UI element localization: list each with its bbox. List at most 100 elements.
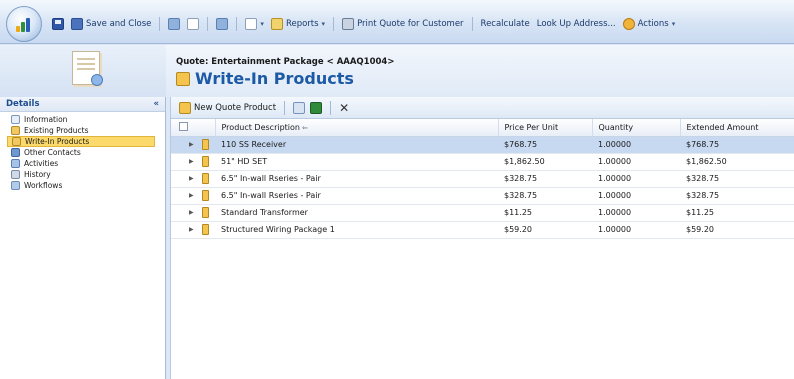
expand-row-icon[interactable]: ▶ (189, 209, 194, 216)
select-all-cell (171, 119, 216, 137)
nav-item-information[interactable]: Information (7, 114, 155, 125)
existing-products-icon (11, 126, 20, 135)
crm-logo-icon (16, 18, 34, 32)
extended-amount-cell: $768.75 (680, 136, 794, 154)
expand-row-icon[interactable]: ▶ (189, 226, 194, 233)
quantity-cell: 1.00000 (592, 136, 680, 154)
product-description-cell: 6.5" In-wall Rseries - Pair (215, 187, 498, 205)
nav-item-history[interactable]: History (7, 169, 155, 180)
column-header-product-description[interactable]: Product Description ⇐ (215, 119, 499, 137)
quantity-cell: 1.00000 (592, 170, 680, 188)
row-controls: ▶ (171, 153, 215, 171)
command-bar: Save and Close ▾ Reports ▾ Print Quote fo… (0, 0, 794, 44)
write-in-product-icon (201, 207, 209, 218)
extended-amount-cell: $11.25 (680, 204, 794, 222)
nav-item-other-contacts[interactable]: Other Contacts (7, 147, 155, 158)
print-icon (342, 18, 355, 30)
nav-item-workflows[interactable]: Workflows (7, 180, 155, 191)
sort-ascending-icon: ⇐ (301, 123, 308, 132)
table-row[interactable]: ▶ Standard Transformer $11.25 1.00000 $1… (171, 204, 794, 222)
toolbar-separator (330, 100, 332, 115)
workflows-icon (11, 181, 20, 190)
expand-row-icon[interactable]: ▶ (189, 175, 194, 182)
select-all-checkbox[interactable] (179, 121, 188, 131)
recalculate-label: Recalculate (480, 19, 530, 29)
recalculate-button[interactable]: Recalculate (479, 15, 532, 33)
information-icon (11, 115, 20, 124)
print-quote-button[interactable]: Print Quote for Customer (340, 15, 465, 33)
save-and-close-icon (71, 18, 83, 30)
new-quote-product-button[interactable]: New Quote Product (179, 101, 276, 114)
collapse-icon[interactable]: « (154, 99, 160, 109)
attach-button[interactable] (185, 15, 201, 33)
product-description-cell: 6.5" In-wall Rseries - Pair (215, 170, 498, 188)
write-in-product-icon (201, 190, 209, 201)
column-header-price-per-unit[interactable]: Price Per Unit (498, 119, 593, 137)
reports-button[interactable]: Reports ▾ (269, 15, 327, 33)
nav-item-label: Information (24, 115, 68, 124)
table-row[interactable]: ▶ 110 SS Receiver $768.75 1.00000 $768.7… (171, 136, 794, 154)
column-header-quantity[interactable]: Quantity (592, 119, 681, 137)
quantity-cell: 1.00000 (592, 187, 680, 205)
page-title-text: Write-In Products (195, 69, 354, 88)
nav-item-activities[interactable]: Activities (7, 158, 155, 169)
product-description-cell: Standard Transformer (215, 204, 498, 222)
write-in-product-icon (201, 224, 209, 235)
price-per-unit-cell: $328.75 (498, 187, 592, 205)
delete-button[interactable] (214, 15, 230, 33)
quantity-cell: 1.00000 (592, 153, 680, 171)
excel-icon[interactable] (310, 101, 323, 114)
history-icon (11, 170, 20, 179)
export-icon[interactable] (293, 101, 306, 114)
quote-clock-badge-icon (91, 74, 103, 86)
delete-icon (216, 18, 229, 30)
write-in-product-icon (201, 173, 209, 184)
print-quote-label: Print Quote for Customer (357, 19, 464, 29)
navigation-pane: Details « Information Existing Products … (0, 97, 166, 379)
application-menu-button[interactable] (6, 6, 42, 42)
column-header-label: Product Description (221, 122, 300, 132)
table-row[interactable]: ▶ 6.5" In-wall Rseries - Pair $328.75 1.… (171, 187, 794, 205)
nav-item-label: Write-In Products (25, 137, 90, 146)
nav-list: Information Existing Products Write-In P… (0, 112, 165, 191)
toolbar-separator (159, 17, 161, 31)
products-table: Product Description ⇐ Price Per Unit Quan… (171, 119, 794, 239)
row-controls: ▶ (171, 204, 215, 222)
expand-row-icon[interactable]: ▶ (189, 192, 194, 199)
actions-button[interactable]: Actions ▾ (621, 15, 678, 33)
save-and-close-label: Save and Close (86, 19, 152, 29)
product-description-cell: 51" HD SET (215, 153, 498, 171)
refresh-button[interactable]: ▾ (243, 15, 266, 33)
toolbar-separator (236, 17, 238, 31)
new-record-button[interactable] (166, 15, 182, 33)
nav-item-existing-products[interactable]: Existing Products (7, 125, 155, 136)
grid-toolbar: New Quote Product ✕ (171, 97, 794, 119)
toolbar-separator (471, 17, 473, 31)
price-per-unit-cell: $59.20 (498, 221, 592, 239)
row-controls: ▶ (171, 221, 215, 239)
price-per-unit-cell: $328.75 (498, 170, 592, 188)
nav-item-label: Other Contacts (24, 148, 81, 157)
new-product-icon (179, 101, 191, 114)
price-per-unit-cell: $768.75 (498, 136, 592, 154)
look-up-address-button[interactable]: Look Up Address... (535, 15, 618, 33)
toolbar-separator (284, 100, 286, 115)
nav-item-write-in-products[interactable]: Write-In Products (7, 136, 155, 147)
delete-icon[interactable]: ✕ (339, 102, 349, 114)
table-row[interactable]: ▶ 6.5" In-wall Rseries - Pair $328.75 1.… (171, 170, 794, 188)
extended-amount-cell: $328.75 (680, 170, 794, 188)
entity-header (0, 45, 166, 97)
save-button[interactable] (50, 15, 66, 33)
row-controls: ▶ (171, 187, 215, 205)
expand-row-icon[interactable]: ▶ (189, 158, 194, 165)
quantity-cell: 1.00000 (592, 204, 680, 222)
expand-row-icon[interactable]: ▶ (189, 141, 194, 148)
nav-item-label: History (24, 170, 51, 179)
extended-amount-cell: $59.20 (680, 221, 794, 239)
table-row[interactable]: ▶ 51" HD SET $1,862.50 1.00000 $1,862.50 (171, 153, 794, 171)
save-and-close-button[interactable]: Save and Close (69, 15, 153, 33)
nav-section-header[interactable]: Details « (0, 97, 165, 112)
table-row[interactable]: ▶ Structured Wiring Package 1 $59.20 1.0… (171, 221, 794, 239)
column-header-extended-amount[interactable]: Extended Amount (680, 119, 794, 137)
write-in-products-icon (12, 137, 21, 146)
